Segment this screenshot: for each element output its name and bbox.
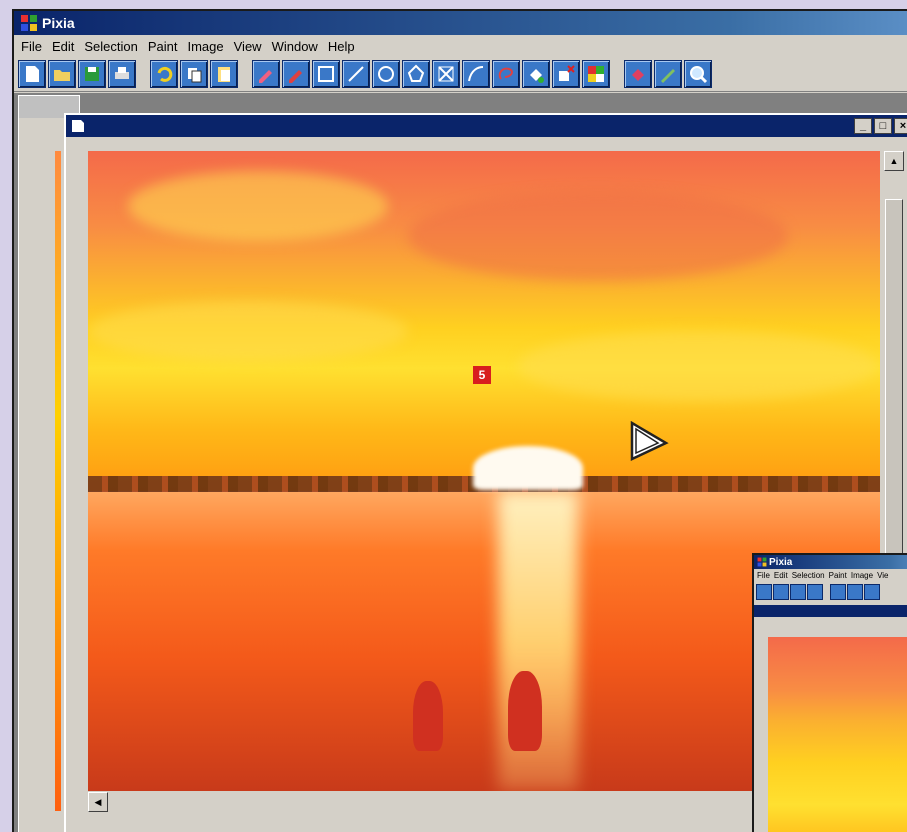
- menu-file[interactable]: File: [18, 39, 49, 54]
- menubar: File Edit Selection Paint Image View Win…: [14, 35, 907, 57]
- scroll-left-button[interactable]: ◀: [88, 792, 108, 812]
- close-button[interactable]: ×: [894, 118, 907, 134]
- inset-menu-paint[interactable]: Paint: [828, 571, 850, 580]
- document-icon: [72, 120, 84, 132]
- step-badge: 5: [473, 366, 491, 384]
- zoom-icon[interactable]: [684, 60, 712, 88]
- cross-icon[interactable]: [432, 60, 460, 88]
- pencil-icon[interactable]: [654, 60, 682, 88]
- pixia-app-window: Pixia File Edit Selection Paint Image Vi…: [12, 9, 907, 832]
- main-toolbar: [14, 57, 907, 92]
- pixia-logo-icon: [757, 557, 767, 567]
- inset-image-canvas: [768, 637, 907, 832]
- app-title: Pixia: [42, 15, 75, 31]
- menu-selection[interactable]: Selection: [81, 39, 144, 54]
- curve-icon[interactable]: [462, 60, 490, 88]
- paste-icon[interactable]: [864, 584, 880, 600]
- print-icon[interactable]: [108, 60, 136, 88]
- copy-icon[interactable]: [180, 60, 208, 88]
- pixia-logo-icon: [20, 14, 38, 32]
- mosaic-icon[interactable]: [582, 60, 610, 88]
- menu-window[interactable]: Window: [269, 39, 325, 54]
- save-icon[interactable]: [78, 60, 106, 88]
- inset-menu-edit[interactable]: Edit: [773, 571, 791, 580]
- new-icon[interactable]: [18, 60, 46, 88]
- inset-menu-view[interactable]: Vie: [876, 571, 891, 580]
- new-icon[interactable]: [756, 584, 772, 600]
- rectangle-icon[interactable]: [312, 60, 340, 88]
- menu-view[interactable]: View: [231, 39, 269, 54]
- menu-edit[interactable]: Edit: [49, 39, 81, 54]
- inset-pixia-window: Pixia File Edit Selection Paint Image Vi…: [752, 553, 907, 832]
- document-titlebar: _ □ ×: [66, 115, 907, 137]
- ellipse-icon[interactable]: [372, 60, 400, 88]
- copy-icon[interactable]: [847, 584, 863, 600]
- menu-paint[interactable]: Paint: [145, 39, 185, 54]
- pen-icon[interactable]: [252, 60, 280, 88]
- line-icon[interactable]: [342, 60, 370, 88]
- maximize-button[interactable]: □: [874, 118, 892, 134]
- open-icon[interactable]: [48, 60, 76, 88]
- undo-icon[interactable]: [150, 60, 178, 88]
- background-image-strip: [55, 151, 61, 811]
- menu-image[interactable]: Image: [184, 39, 230, 54]
- polygon-icon[interactable]: [402, 60, 430, 88]
- menu-help[interactable]: Help: [325, 39, 362, 54]
- inset-toolbar: [754, 582, 907, 602]
- delete-icon[interactable]: [552, 60, 580, 88]
- open-icon[interactable]: [773, 584, 789, 600]
- bucket-icon[interactable]: [522, 60, 550, 88]
- fill-icon[interactable]: [624, 60, 652, 88]
- minimize-button[interactable]: _: [854, 118, 872, 134]
- inset-title: Pixia: [769, 556, 793, 568]
- save-icon[interactable]: [790, 584, 806, 600]
- app-titlebar: Pixia: [14, 11, 907, 35]
- inset-menu-image[interactable]: Image: [850, 571, 876, 580]
- inset-menubar: File Edit Selection Paint Image Vie: [754, 569, 907, 582]
- setting-sun: [473, 446, 583, 490]
- print-icon[interactable]: [807, 584, 823, 600]
- person-silhouette: [508, 671, 542, 751]
- undo-icon[interactable]: [830, 584, 846, 600]
- person-silhouette: [413, 681, 443, 751]
- inset-document-titlebar: [754, 605, 907, 617]
- scroll-up-button[interactable]: ▲: [884, 151, 904, 171]
- paste-icon[interactable]: [210, 60, 238, 88]
- mouse-cursor-icon: [630, 421, 669, 461]
- inset-titlebar: Pixia: [754, 555, 907, 569]
- inset-menu-selection[interactable]: Selection: [791, 571, 828, 580]
- eraser-icon[interactable]: [282, 60, 310, 88]
- lasso-icon[interactable]: [492, 60, 520, 88]
- inset-menu-file[interactable]: File: [756, 571, 773, 580]
